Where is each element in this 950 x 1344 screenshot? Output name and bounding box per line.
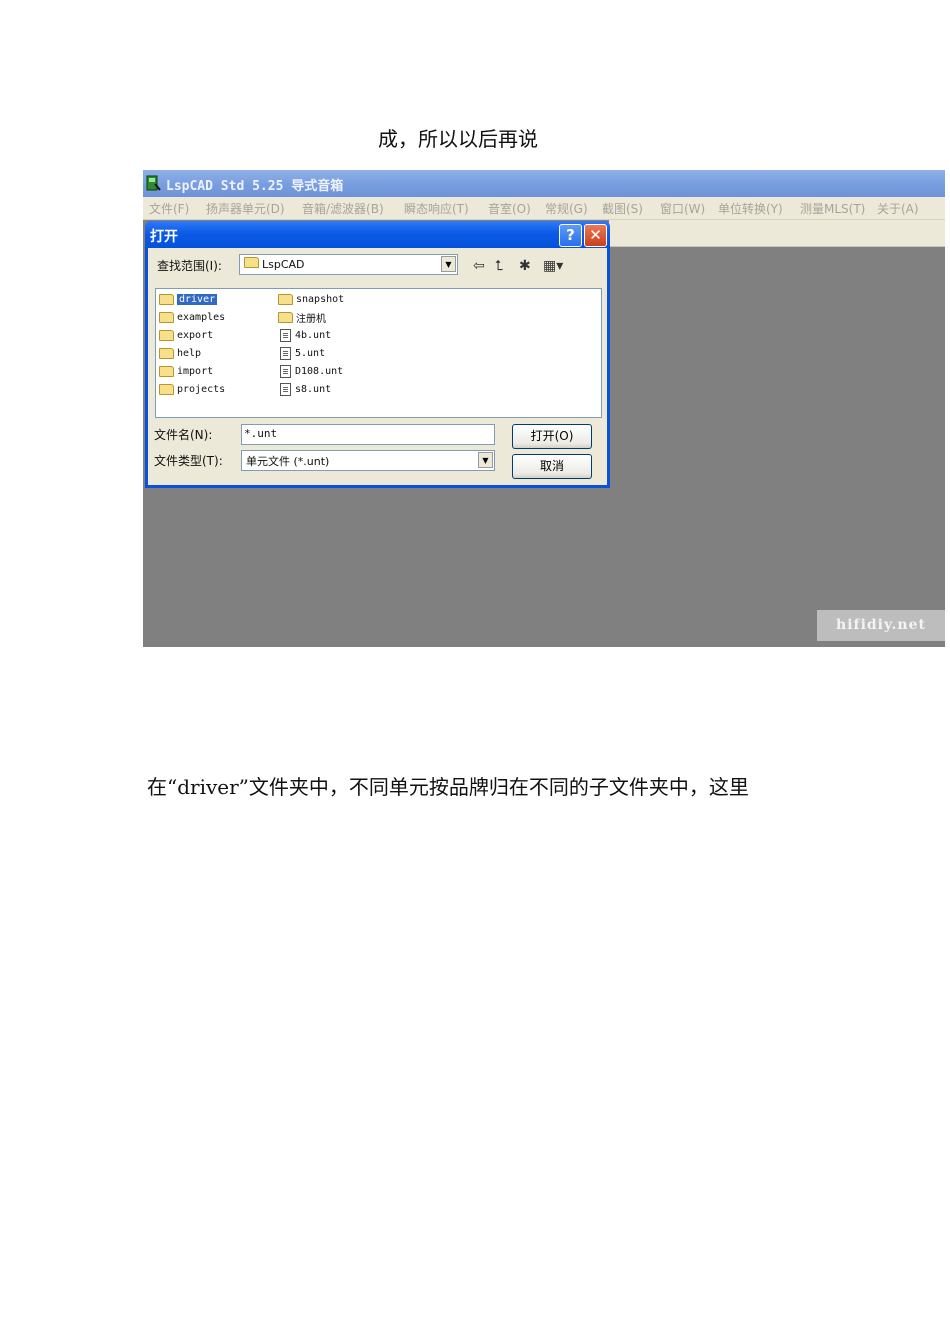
- chevron-down-icon[interactable]: ▼: [478, 452, 493, 468]
- file-icon: [280, 347, 291, 360]
- up-folder-icon[interactable]: ⮤: [495, 258, 503, 274]
- menu-driver[interactable]: 扬声器单元(D): [206, 200, 285, 217]
- filetype-label: 文件类型(T):: [154, 454, 223, 468]
- lookin-label: 查找范围(I):: [157, 259, 222, 273]
- file-list: driver examples export help import proje…: [155, 288, 602, 418]
- folder-icon: [159, 294, 174, 305]
- list-item[interactable]: 5.unt: [280, 346, 325, 361]
- menu-transient[interactable]: 瞬态响应(T): [404, 200, 469, 217]
- folder-icon: [159, 348, 174, 359]
- menu-unit-convert[interactable]: 单位转换(Y): [718, 200, 783, 217]
- menu-window[interactable]: 窗口(W): [660, 200, 705, 217]
- close-button[interactable]: ✕: [584, 224, 607, 247]
- dialog-titlebar: 打开 ? ✕: [145, 221, 610, 248]
- list-item[interactable]: D108.unt: [280, 364, 343, 379]
- dialog-title: 打开: [150, 229, 178, 245]
- open-dialog: 打开 ? ✕ 查找范围(I): LspCAD ▼ ⇦ ⮤ ✱ ▦▾ driver…: [145, 221, 610, 488]
- lookin-value: LspCAD: [244, 257, 305, 271]
- list-item[interactable]: 注册机: [278, 310, 326, 325]
- file-icon: [280, 383, 291, 396]
- open-button[interactable]: 打开(O): [512, 424, 592, 449]
- folder-icon: [278, 312, 293, 323]
- paragraph-top: 成，所以以后再说: [378, 127, 538, 151]
- help-button[interactable]: ?: [559, 224, 582, 247]
- list-item[interactable]: 4b.unt: [280, 328, 331, 343]
- list-item[interactable]: examples: [159, 310, 225, 325]
- folder-icon: [159, 330, 174, 341]
- list-item[interactable]: export: [159, 328, 213, 343]
- app-screenshot: LspCAD Std 5.25 导式音箱 文件(F) 扬声器单元(D) 音箱/滤…: [143, 170, 945, 647]
- file-icon: [280, 365, 291, 378]
- menu-snapshot[interactable]: 截图(S): [602, 200, 643, 217]
- list-item[interactable]: help: [159, 346, 201, 361]
- menu-mls[interactable]: 测量MLS(T): [800, 200, 865, 217]
- menu-general[interactable]: 常规(G): [545, 200, 588, 217]
- list-item[interactable]: snapshot: [278, 292, 344, 307]
- folder-icon: [278, 294, 293, 305]
- back-arrow-icon[interactable]: ⇦: [473, 258, 485, 274]
- folder-icon: [159, 366, 174, 377]
- app-toolbar-strip: [609, 220, 945, 247]
- view-menu-icon[interactable]: ▦▾: [543, 258, 563, 274]
- list-item[interactable]: driver: [159, 292, 218, 307]
- app-titlebar: LspCAD Std 5.25 导式音箱: [143, 170, 945, 197]
- filetype-value: 单元文件 (*.unt): [246, 455, 330, 468]
- cancel-button[interactable]: 取消: [512, 454, 592, 479]
- chevron-down-icon[interactable]: ▼: [441, 256, 456, 272]
- menu-room[interactable]: 音室(O): [488, 200, 531, 217]
- new-folder-icon[interactable]: ✱: [519, 258, 531, 274]
- paragraph-bottom: 在“driver”文件夹中，不同单元按品牌归在不同的子文件夹中，这里: [147, 775, 749, 799]
- dialog-body: 查找范围(I): LspCAD ▼ ⇦ ⮤ ✱ ▦▾ driver exampl…: [148, 248, 607, 485]
- folder-icon: [159, 312, 174, 323]
- list-item[interactable]: s8.unt: [280, 382, 331, 397]
- menu-about[interactable]: 关于(A): [877, 200, 919, 217]
- menu-file[interactable]: 文件(F): [149, 200, 189, 217]
- list-item[interactable]: projects: [159, 382, 225, 397]
- menu-box-filter[interactable]: 音箱/滤波器(B): [302, 200, 384, 217]
- app-title: LspCAD Std 5.25 导式音箱: [166, 179, 344, 194]
- filename-label: 文件名(N):: [154, 428, 213, 442]
- lspcad-app-icon: [146, 175, 161, 191]
- folder-icon: [159, 384, 174, 395]
- list-item[interactable]: import: [159, 364, 213, 379]
- watermark: hifidiy.net: [817, 610, 945, 641]
- filetype-select[interactable]: 单元文件 (*.unt) ▼: [241, 450, 495, 471]
- folder-icon: [244, 257, 259, 268]
- lookin-combo[interactable]: LspCAD ▼: [239, 254, 458, 275]
- app-menubar: 文件(F) 扬声器单元(D) 音箱/滤波器(B) 瞬态响应(T) 音室(O) 常…: [143, 197, 945, 220]
- filename-input[interactable]: *.unt: [241, 424, 495, 445]
- file-icon: [280, 329, 291, 342]
